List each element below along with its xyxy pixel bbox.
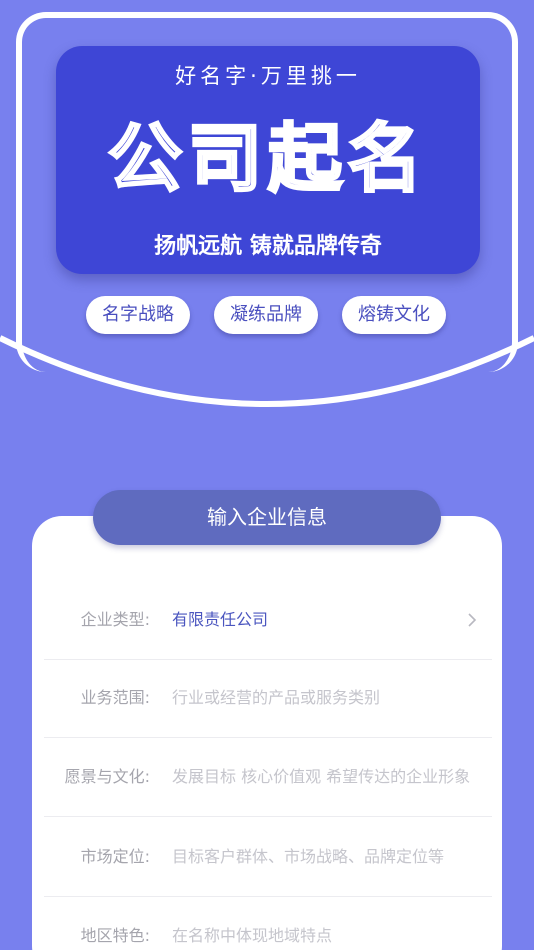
- pill-culture-forge[interactable]: 熔铸文化: [342, 296, 446, 334]
- region-feature-input[interactable]: 在名称中体现地域特点: [172, 896, 332, 950]
- field-company-type[interactable]: 企业类型: 有限责任公司: [44, 580, 492, 660]
- business-scope-input[interactable]: 行业或经营的产品或服务类别: [172, 658, 380, 738]
- pill-name-strategy[interactable]: 名字战略: [86, 296, 190, 334]
- hero-tagline: 好名字·万里挑一: [175, 64, 361, 88]
- hero-subtitle: 扬帆远航 铸就品牌传奇: [154, 234, 382, 259]
- field-market-position[interactable]: 市场定位: 目标客户群体、市场战略、品牌定位等: [44, 817, 492, 897]
- company-type-select[interactable]: 有限责任公司: [172, 580, 268, 660]
- field-label: 市场定位:: [80, 847, 150, 866]
- hero-title: 公司起名: [107, 115, 428, 204]
- field-label: 业务范围:: [80, 688, 150, 707]
- feature-pill-row: 名字战略 凝练品牌 熔铸文化: [0, 296, 534, 336]
- field-label: 地区特色:: [80, 926, 150, 945]
- form-header: 输入企业信息: [93, 490, 441, 545]
- field-label: 企业类型:: [80, 610, 150, 629]
- market-position-input[interactable]: 目标客户群体、市场战略、品牌定位等: [172, 817, 444, 897]
- field-label: 愿景与文化:: [64, 767, 150, 786]
- vision-culture-input[interactable]: 发展目标 核心价值观 希望传达的企业形象: [172, 737, 470, 817]
- chevron-right-icon: [468, 613, 477, 627]
- field-business-scope[interactable]: 业务范围: 行业或经营的产品或服务类别: [44, 658, 492, 738]
- field-region-feature[interactable]: 地区特色: 在名称中体现地域特点: [44, 896, 492, 950]
- pill-brand-refine[interactable]: 凝练品牌: [214, 296, 318, 334]
- field-vision-culture[interactable]: 愿景与文化: 发展目标 核心价值观 希望传达的企业形象: [44, 737, 492, 817]
- hero-banner: 好名字·万里挑一 公司起名 扬帆远航 铸就品牌传奇: [56, 46, 480, 274]
